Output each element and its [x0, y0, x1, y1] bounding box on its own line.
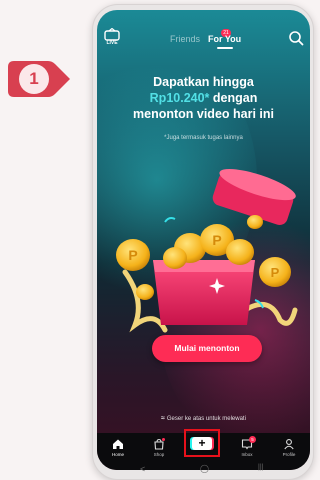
app-screen: LIVE Friends 21 For You Dapatkan hingga … — [97, 10, 310, 470]
swipe-hint[interactable]: ≈ Geser ke atas untuk melewati — [97, 415, 310, 422]
headline-line-2-suffix: dengan — [209, 91, 258, 105]
nav-item-inbox[interactable]: 5 Inbox — [232, 436, 262, 457]
promo-headline: Dapatkan hingga Rp10.240* dengan menonto… — [97, 74, 310, 122]
shop-dot — [162, 438, 165, 441]
home-icon — [113, 439, 123, 449]
top-bar: LIVE Friends 21 For You — [97, 28, 310, 50]
svg-text:P: P — [212, 232, 221, 248]
nav-item-shop[interactable]: Shop — [144, 438, 174, 457]
create-button-highlight: + — [184, 429, 220, 457]
system-home-button[interactable]: ◯ — [200, 464, 209, 473]
nav-label-inbox: Inbox — [241, 452, 253, 457]
reward-amount: Rp10.240* — [149, 91, 210, 105]
system-nav: < ◯ ||| — [100, 464, 305, 478]
live-icon[interactable]: LIVE — [103, 28, 121, 48]
nav-label-profile: Profile — [282, 452, 296, 457]
tab-underline — [217, 47, 233, 49]
system-recents-button[interactable]: ||| — [258, 464, 263, 471]
nav-item-home[interactable]: Home — [103, 438, 133, 457]
step-number: 1 — [29, 69, 39, 88]
profile-icon — [284, 439, 294, 450]
nav-label-home: Home — [111, 452, 124, 457]
tab-for-you[interactable]: For You — [208, 34, 241, 44]
headline-line-3: menonton video hari ini — [133, 107, 274, 121]
svg-text:P: P — [271, 265, 280, 280]
live-label: LIVE — [106, 40, 118, 46]
promo-subnote: *Juga termasuk tugas lainnya — [164, 135, 243, 141]
step-badge: 1 — [6, 59, 72, 99]
swipe-up-icon: ≈ — [161, 415, 165, 422]
headline-line-1: Dapatkan hingga — [153, 75, 254, 89]
gift-box-illustration: P P P — [105, 160, 301, 340]
nav-label-shop: Shop — [153, 452, 165, 457]
create-button[interactable]: + — [192, 437, 212, 450]
tab-friends[interactable]: Friends — [170, 34, 200, 44]
headline-line-2: Rp10.240* dengan — [107, 90, 300, 106]
create-icon: + — [198, 436, 206, 450]
search-icon[interactable] — [288, 30, 304, 46]
svg-text:P: P — [128, 247, 137, 263]
inbox-badge: 5 — [249, 436, 256, 443]
start-watching-button[interactable]: Mulai menonton — [152, 335, 262, 362]
swipe-hint-label: Geser ke atas untuk melewati — [166, 416, 246, 422]
nav-item-profile[interactable]: Profile — [274, 438, 304, 457]
system-back-button[interactable]: < — [140, 464, 145, 474]
